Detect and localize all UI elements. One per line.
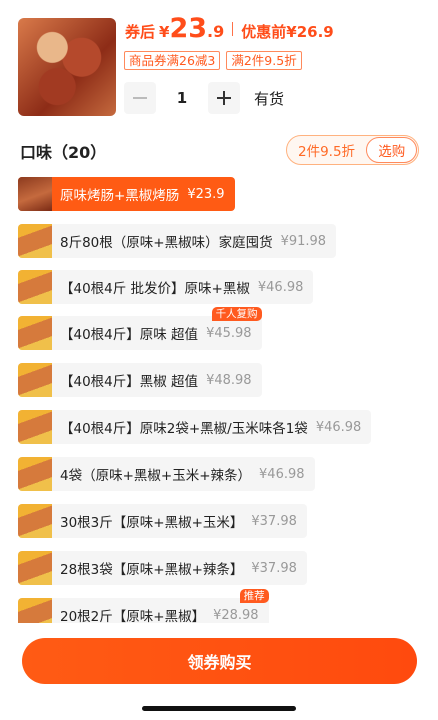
option-price: ¥37.98 [251,513,297,529]
coupon-price-integer: 23 [169,13,208,44]
option-name: 20根2斤【原味+黑椒】 [60,609,206,623]
option-name: 【40根4斤】原味2袋+黑椒/玉米味各1袋 [60,421,308,437]
option-name: 30根3斤【原味+黑椒+玉米】 [60,515,244,531]
option-price: ¥91.98 [280,233,327,249]
flavor-option[interactable]: 4袋（原味+黑椒+玉米+辣条） ¥46.98 [18,457,315,491]
original-price: ¥26.9 [286,23,334,41]
option-price: ¥37.98 [251,560,297,576]
coupon-price-decimal: .9 [207,22,225,41]
flavor-option[interactable]: 8斤80根（原味+黑椒味）家庭囤货 ¥91.98 [18,224,337,258]
option-name: 28根3袋【原味+黑椒+辣条】 [60,562,244,578]
flavor-option[interactable]: 28根3袋【原味+黑椒+辣条】 ¥37.98 [18,551,307,585]
stock-status: 有货 [254,89,285,108]
coupon-tag: 商品券满26减3 [124,51,221,70]
flavor-option[interactable]: 20根2斤【原味+黑椒】 ¥28.98 推荐 [18,589,269,623]
option-thumbnail [18,224,52,258]
option-price: ¥45.98 [206,325,252,341]
option-thumbnail [18,504,52,538]
flavor-option[interactable]: 【40根4斤】黑椒 超值 ¥48.98 [18,363,262,397]
product-thumbnail[interactable] [18,18,116,116]
option-name: 【40根4斤】原味 超值 [60,327,199,343]
option-name: 4袋（原味+黑椒+玉米+辣条） [60,468,252,484]
option-thumbnail [18,457,52,491]
recommend-badge: 推荐 [239,589,269,603]
coupon-tags: 商品券满26减3 满2件9.5折 [124,51,302,70]
flavor-option[interactable]: 【40根4斤】原味 超值 ¥45.98 千人复购 [18,307,262,350]
option-price: ¥23.9 [187,186,225,202]
option-name: 【40根4斤 批发价】原味+黑椒 [60,281,250,297]
coupon-tag: 满2件9.5折 [226,51,302,70]
flavor-options-list[interactable]: 原味烤肠+黑椒烤肠 ¥23.9 8斤80根（原味+黑椒味）家庭囤货 ¥91.98… [0,176,438,623]
option-name: 原味烤肠+黑椒烤肠 [60,188,180,204]
flavor-option[interactable]: 原味烤肠+黑椒烤肠 ¥23.9 [18,177,235,211]
promo-box: 2件9.5折 选购 [286,135,419,165]
home-indicator[interactable] [142,706,296,711]
option-price: ¥48.98 [206,372,252,388]
coupon-price-label: 券后 [125,23,156,41]
option-name: 【40根4斤】黑椒 超值 [60,374,199,390]
currency-symbol: ¥ [159,23,170,41]
flavor-section-title: 口味（20） [20,143,107,162]
repurchase-badge: 千人复购 [211,307,262,321]
product-header: 券后 ¥ 23 .9 优惠前 ¥26.9 商品券满26减3 满2件9.5折 1 … [0,0,438,125]
option-price: ¥28.98 [213,607,259,623]
claim-coupon-buy-button[interactable]: 领券购买 [22,638,417,684]
option-thumbnail [18,598,52,623]
option-thumbnail [18,410,52,444]
original-price-label: 优惠前 [241,23,287,41]
option-price: ¥46.98 [259,466,305,482]
flavor-option[interactable]: 【40根4斤】原味2袋+黑椒/玉米味各1袋 ¥46.98 [18,410,372,444]
option-thumbnail [18,551,52,585]
quantity-value[interactable]: 1 [156,89,208,107]
option-name: 8斤80根（原味+黑椒味）家庭囤货 [60,235,273,251]
option-price: ¥46.98 [315,419,362,435]
option-thumbnail [18,316,52,350]
promo-text: 2件9.5折 [298,144,356,160]
promo-select-button[interactable]: 选购 [366,137,417,163]
price-divider [232,22,234,36]
price-line: 券后 ¥ 23 .9 优惠前 ¥26.9 [125,14,334,44]
option-thumbnail [18,363,52,397]
plus-icon[interactable] [208,82,240,114]
flavor-option[interactable]: 【40根4斤 批发价】原味+黑椒 ¥46.98 [18,270,314,304]
quantity-stepper: 1 有货 [124,82,284,114]
minus-icon[interactable] [124,82,156,114]
option-thumbnail [18,270,52,304]
option-thumbnail [18,177,52,211]
option-price: ¥46.98 [257,279,304,295]
flavor-option[interactable]: 30根3斤【原味+黑椒+玉米】 ¥37.98 [18,504,307,538]
